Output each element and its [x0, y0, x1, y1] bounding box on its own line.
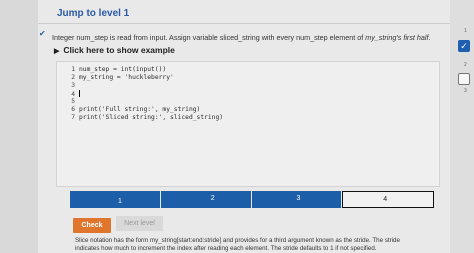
- code-text: print('Full string:', my_string): [79, 106, 201, 113]
- instructions-end: .: [428, 33, 431, 42]
- instructions: Integer num_step is read from input. Ass…: [52, 33, 447, 42]
- text-cursor: [79, 90, 80, 97]
- jump-to-level-link[interactable]: Jump to level 1: [57, 8, 129, 19]
- line-number: 6: [71, 106, 75, 113]
- line-number: 3: [71, 82, 75, 89]
- instructions-text: Integer num_step is read from input. Ass…: [52, 33, 366, 42]
- code-text: my_string = 'huckleberry': [79, 74, 174, 81]
- line-number: 5: [71, 98, 75, 105]
- instructions-emphasis: my_string's first half: [365, 33, 429, 42]
- code-text: num_step = int(input()): [79, 66, 167, 73]
- line-number: 7: [71, 114, 75, 121]
- show-example-toggle[interactable]: ▶ Click here to show example: [54, 45, 175, 55]
- code-line: 7 print('Sliced string:', sliced_string): [57, 114, 223, 123]
- progress-label: 1: [464, 28, 467, 34]
- hint-line: indicates how much to increment the inde…: [75, 245, 377, 252]
- level-step-1[interactable]: 1: [70, 191, 161, 208]
- progress-label: 3: [464, 88, 467, 94]
- line-number: 2: [71, 74, 75, 81]
- line-number: 4: [71, 90, 75, 98]
- check-button[interactable]: Check: [73, 218, 111, 233]
- hint-line: Slice notation has the form my_string[st…: [75, 237, 400, 244]
- slice-hint: Slice notation has the form my_string[st…: [75, 237, 435, 253]
- divider: [38, 23, 450, 24]
- check-icon: ✔: [39, 29, 46, 38]
- level-step-4[interactable]: 4: [342, 191, 434, 208]
- level-step-2[interactable]: 2: [160, 191, 252, 208]
- line-number: 1: [71, 66, 75, 73]
- expand-triangle-icon: ▶: [54, 48, 60, 55]
- code-editor[interactable]: 1 num_step = int(input()) 2 my_string = 'h…: [56, 61, 440, 187]
- level-step-label: 4: [383, 196, 388, 203]
- level-step-label: 2: [210, 195, 215, 202]
- progress-label: 2: [464, 62, 467, 68]
- next-level-button[interactable]: Next level: [116, 216, 163, 231]
- left-margin: [0, 0, 38, 253]
- level-step-label: 3: [296, 195, 301, 202]
- level-step-3[interactable]: 3: [251, 191, 343, 208]
- show-example-label: Click here to show example: [63, 45, 175, 55]
- level-progress-bar: 1 2 3 4: [70, 191, 434, 208]
- completed-check-icon: ✓: [458, 40, 470, 52]
- right-progress-rail: [450, 0, 474, 253]
- code-text: print('Sliced string:', sliced_string): [79, 114, 224, 121]
- incomplete-box-icon: [458, 73, 470, 85]
- level-step-label: 1: [118, 198, 122, 205]
